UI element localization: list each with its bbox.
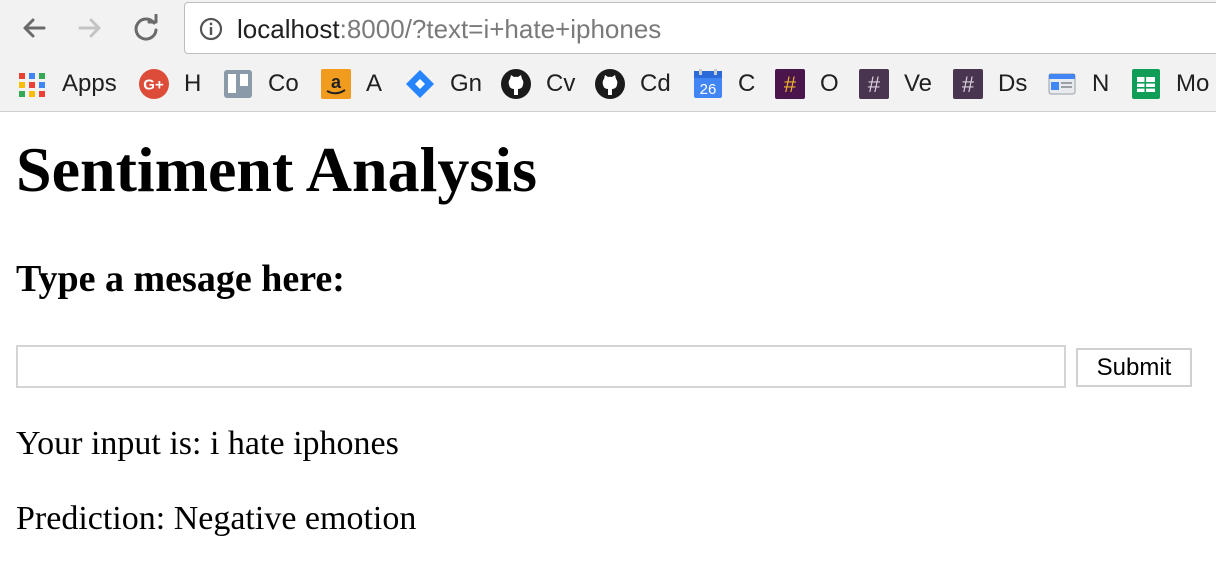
slack-hash-icon: # [774, 68, 806, 100]
forward-button[interactable] [74, 12, 106, 44]
bookmark-label: O [820, 70, 839, 97]
google-sheets-icon [1130, 68, 1162, 100]
amazon-icon: a [320, 68, 352, 100]
submit-button[interactable]: Submit [1076, 348, 1192, 387]
bookmark-ds[interactable]: # Ds [952, 68, 1027, 100]
url-path: :8000/?text=i+hate+iphones [339, 14, 662, 44]
apps-grid-icon [16, 68, 48, 100]
bookmark-label: Ve [904, 70, 933, 97]
reload-button[interactable] [130, 12, 162, 44]
svg-text:a: a [331, 72, 342, 92]
bookmark-label: N [1092, 70, 1110, 97]
browser-chrome: localhost:8000/?text=i+hate+iphones Apps… [0, 0, 1216, 112]
bookmark-a[interactable]: a A [320, 68, 382, 100]
url-text[interactable]: localhost:8000/?text=i+hate+iphones [237, 14, 661, 44]
info-icon[interactable] [199, 17, 223, 41]
bookmark-label: H [184, 70, 202, 97]
slack-hash-icon: # [952, 68, 984, 100]
bookmarks-bar: Apps G+ H Co a A Gn Cv Cd 26 C # O # Ve … [0, 64, 1216, 104]
svg-text:#: # [868, 72, 881, 97]
bookmark-c[interactable]: 26 C [692, 68, 755, 100]
bookmark-ve[interactable]: # Ve [858, 68, 932, 100]
bookmark-co[interactable]: Co [222, 68, 299, 100]
github-icon [594, 68, 626, 100]
message-prompt: Type a mesage here: [16, 258, 345, 300]
bookmark-label: Ds [998, 70, 1028, 97]
back-arrow-icon [23, 18, 46, 38]
bookmark-label: A [366, 70, 383, 97]
svg-text:#: # [962, 72, 975, 97]
message-input[interactable] [16, 345, 1066, 388]
bookmark-label: Mo [1176, 70, 1210, 97]
bookmark-o[interactable]: # O [774, 68, 839, 100]
bookmark-label: Apps [62, 70, 117, 97]
bookmark-label: Gn [450, 70, 483, 97]
google-plus-icon: G+ [138, 68, 170, 100]
bookmark-label: Cd [640, 70, 671, 97]
back-button[interactable] [18, 12, 50, 44]
github-icon [500, 68, 532, 100]
bookmark-label: C [738, 70, 756, 97]
bookmark-cd[interactable]: Cd [594, 68, 671, 100]
bookmark-gn[interactable]: Gn [404, 68, 482, 100]
forward-arrow-icon [78, 18, 101, 38]
bookmark-label: Co [268, 70, 299, 97]
svg-text:G+: G+ [143, 77, 164, 94]
address-bar[interactable]: localhost:8000/?text=i+hate+iphones [184, 2, 1216, 54]
jira-icon [404, 68, 436, 100]
prediction-result: Prediction: Negative emotion [16, 500, 417, 537]
input-echo: Your input is: i hate iphones [16, 425, 399, 462]
trello-icon [222, 68, 254, 100]
calendar-badge: 26 [700, 81, 717, 98]
bookmark-label: Cv [546, 70, 576, 97]
bookmark-h[interactable]: G+ H [138, 68, 201, 100]
reload-icon [134, 14, 158, 41]
google-news-icon [1046, 68, 1078, 100]
slack-hash-icon: # [858, 68, 890, 100]
bookmark-n[interactable]: N [1046, 68, 1109, 100]
url-host: localhost [237, 14, 340, 44]
svg-text:#: # [784, 72, 797, 97]
bookmark-cv[interactable]: Cv [500, 68, 575, 100]
page-title: Sentiment Analysis [16, 134, 537, 205]
calendar-icon: 26 [692, 68, 724, 100]
bookmark-mo[interactable]: Mo [1130, 68, 1209, 100]
bookmark-apps[interactable]: Apps [16, 68, 117, 100]
